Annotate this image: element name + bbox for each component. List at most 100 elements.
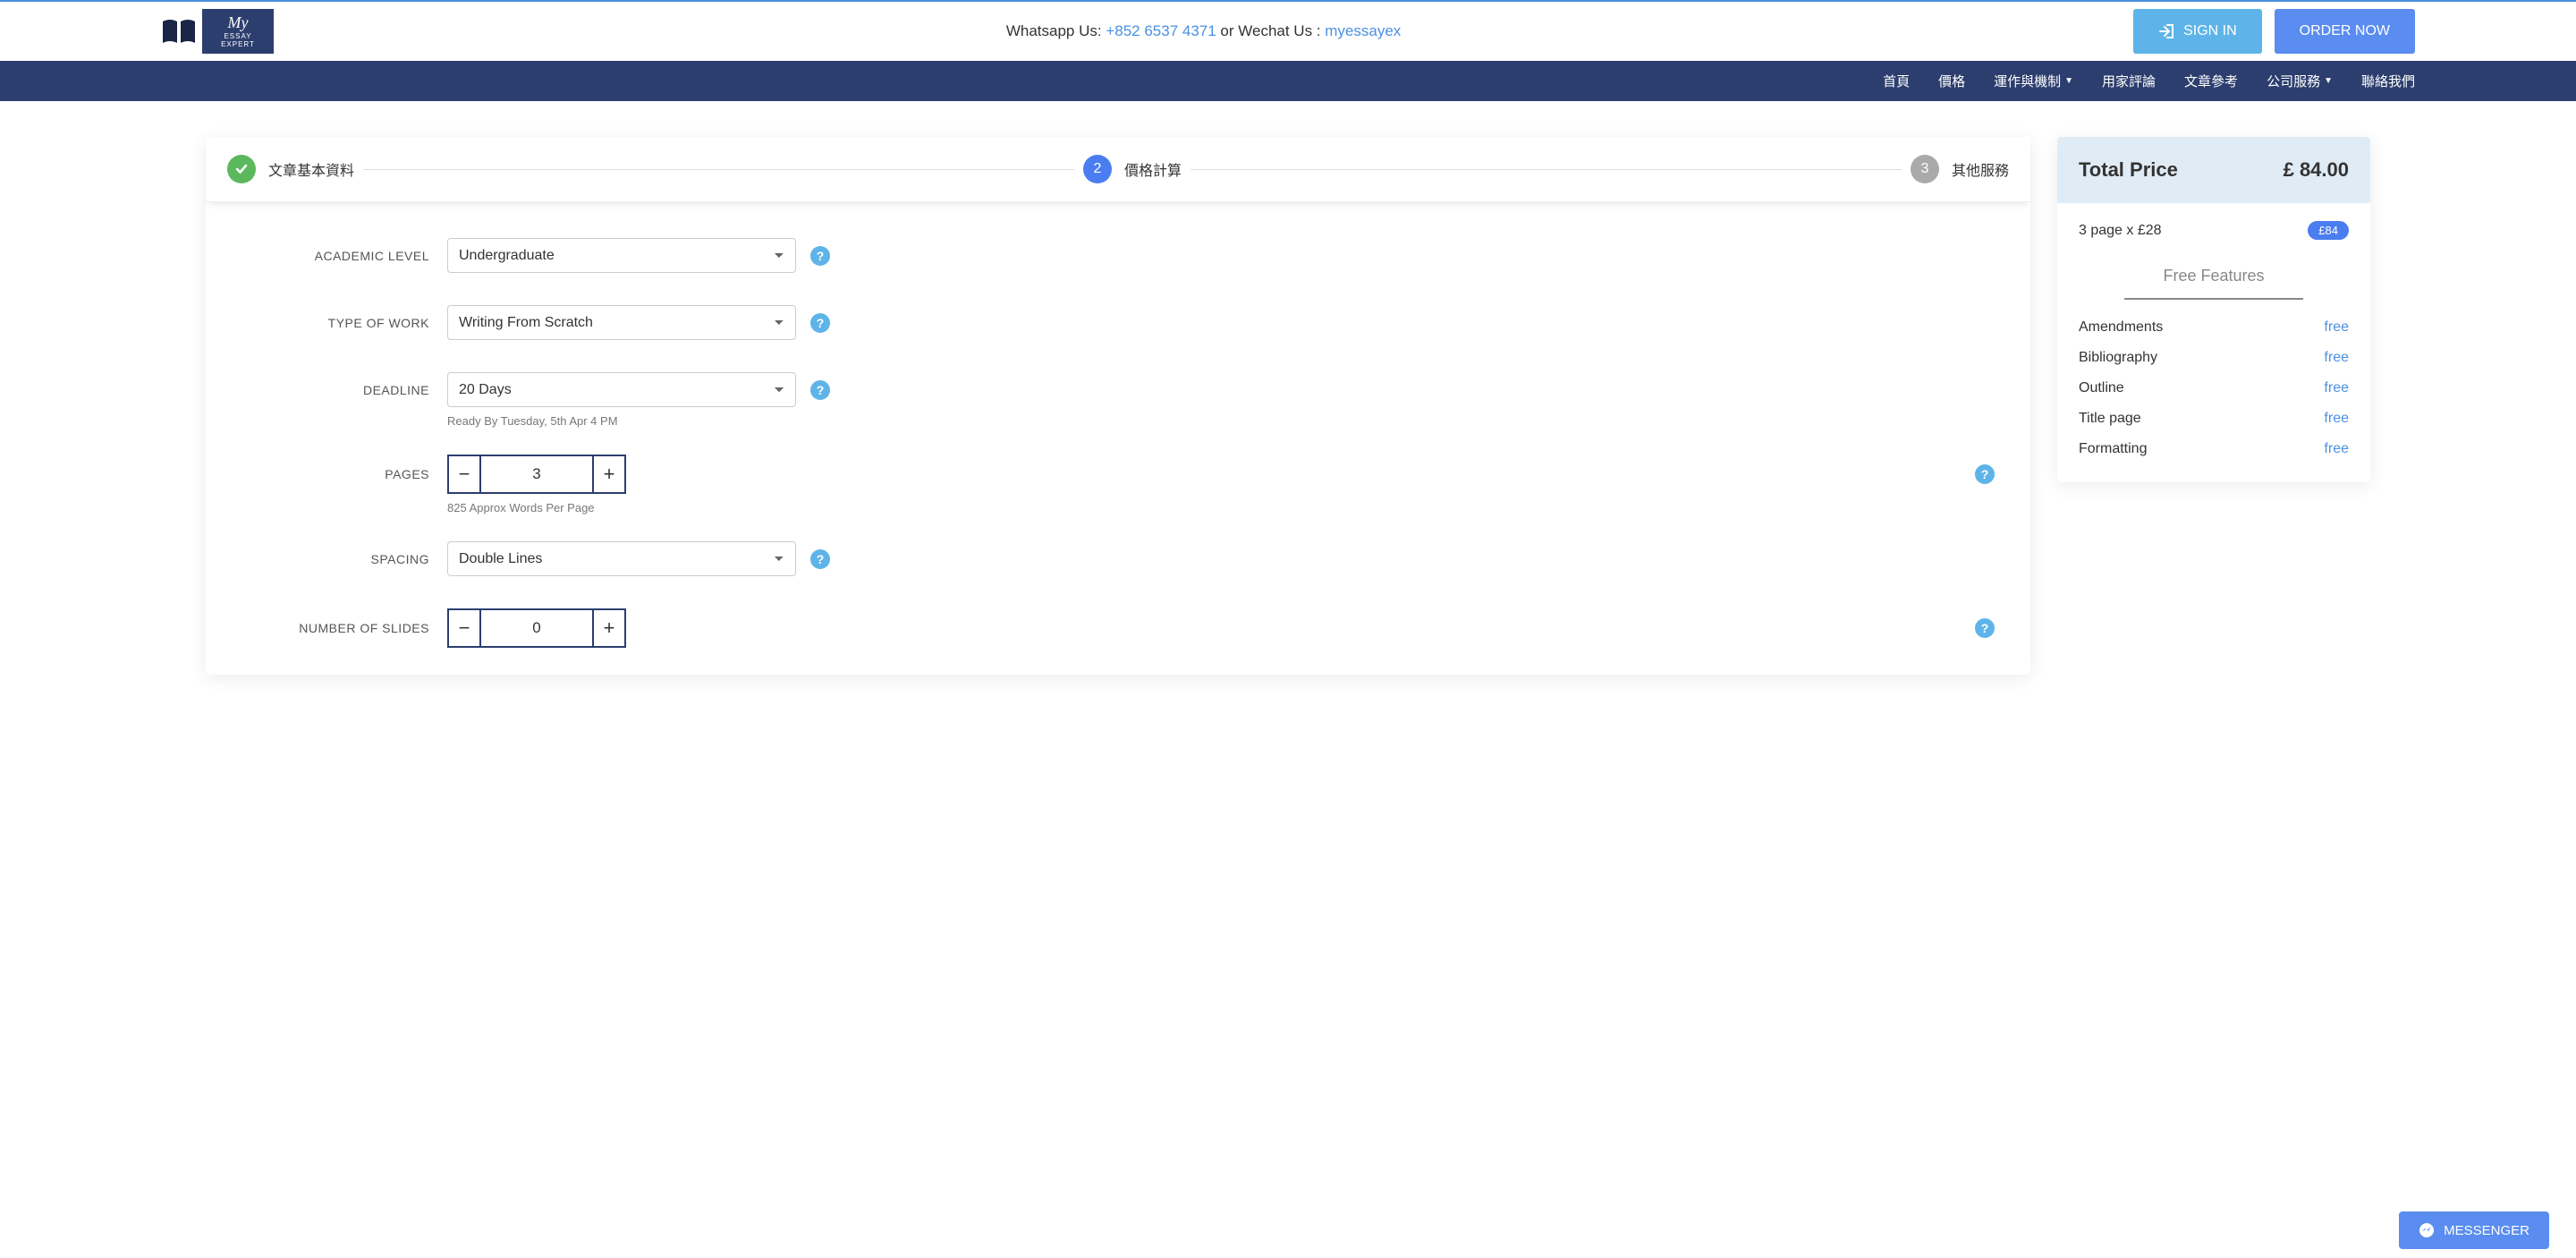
step-divider: [1191, 169, 1902, 170]
nav-samples[interactable]: 文章參考: [2184, 61, 2238, 101]
row-pages: PAGES − + ?: [242, 455, 1995, 494]
total-header: Total Price £ 84.00: [2057, 137, 2370, 203]
feature-amendments: Amendments free: [2057, 312, 2370, 343]
spacing-select[interactable]: Double Lines: [447, 541, 796, 576]
nav-services-label: 公司服務: [2267, 72, 2320, 90]
row-deadline: DEADLINE 20 Days ?: [242, 372, 1995, 407]
help-icon[interactable]: ?: [810, 380, 830, 400]
wechat-link[interactable]: myessayex: [1325, 22, 1401, 39]
spacing-label: SPACING: [242, 552, 429, 566]
messenger-button[interactable]: MESSENGER: [2399, 1211, 2549, 1249]
deadline-note: Ready By Tuesday, 5th Apr 4 PM: [447, 414, 1995, 428]
contact-prefix: Whatsapp Us:: [1006, 22, 1106, 39]
feature-name: Amendments: [2079, 319, 2163, 336]
logo-badge: My ESSAY EXPERT: [202, 9, 274, 54]
form-body: ACADEMIC LEVEL Undergraduate ? TYPE OF W…: [206, 202, 2030, 675]
logo[interactable]: My ESSAY EXPERT: [161, 9, 274, 54]
academic-label: ACADEMIC LEVEL: [242, 249, 429, 263]
step-divider: [363, 169, 1074, 170]
step-1-label: 文章基本資料: [268, 158, 354, 180]
step-2: 2 價格計算: [1083, 155, 1182, 183]
main: 文章基本資料 2 價格計算 3 其他服務 ACADEMIC LEVEL Unde…: [0, 101, 2576, 710]
signin-icon: [2158, 23, 2174, 39]
topbar-actions: SIGN IN ORDER NOW: [2133, 9, 2415, 54]
typework-select[interactable]: Writing From Scratch: [447, 305, 796, 340]
total-label: Total Price: [2079, 158, 2178, 182]
help-icon[interactable]: ?: [810, 313, 830, 333]
features-head: Free Features: [2057, 258, 2370, 298]
nav-contact[interactable]: 聯絡我們: [2361, 61, 2415, 101]
feature-titlepage: Title page free: [2057, 404, 2370, 434]
pages-stepper: − +: [447, 455, 626, 494]
steps: 文章基本資料 2 價格計算 3 其他服務: [206, 137, 2030, 202]
nav-how-label: 運作與機制: [1994, 72, 2061, 90]
feature-bibliography: Bibliography free: [2057, 343, 2370, 373]
logo-subtext: ESSAY EXPERT: [211, 32, 265, 48]
feature-value: free: [2324, 441, 2349, 457]
slides-input[interactable]: [481, 610, 592, 646]
feature-value: free: [2324, 411, 2349, 427]
pages-note: 825 Approx Words Per Page: [447, 501, 1995, 514]
signin-label: SIGN IN: [2183, 23, 2237, 39]
feature-value: free: [2324, 350, 2349, 366]
help-icon[interactable]: ?: [810, 549, 830, 569]
total-price: £ 84.00: [2284, 158, 2349, 182]
pages-label: PAGES: [242, 467, 429, 481]
check-icon: [227, 155, 256, 183]
step-2-circle: 2: [1083, 155, 1112, 183]
academic-select[interactable]: Undergraduate: [447, 238, 796, 273]
help-icon[interactable]: ?: [810, 246, 830, 266]
form-card: 文章基本資料 2 價格計算 3 其他服務 ACADEMIC LEVEL Unde…: [206, 137, 2030, 675]
row-spacing: SPACING Double Lines ?: [242, 541, 1995, 576]
caret-down-icon: ▼: [2064, 76, 2073, 86]
caret-down-icon: ▼: [2324, 76, 2333, 86]
step-1[interactable]: 文章基本資料: [227, 155, 354, 183]
nav-home[interactable]: 首頁: [1883, 61, 1910, 101]
messenger-label: MESSENGER: [2444, 1223, 2529, 1238]
step-3-circle: 3: [1911, 155, 1939, 183]
ordernow-button[interactable]: ORDER NOW: [2275, 9, 2415, 54]
help-icon[interactable]: ?: [1975, 618, 1995, 638]
features-divider: [2124, 298, 2303, 300]
slides-label: NUMBER OF SLIDES: [242, 621, 429, 635]
feature-value: free: [2324, 319, 2349, 336]
pages-minus-button[interactable]: −: [449, 456, 481, 492]
messenger-icon: [2419, 1222, 2435, 1238]
price-sidebar: Total Price £ 84.00 3 page x £28 £84 Fre…: [2057, 137, 2370, 482]
signin-button[interactable]: SIGN IN: [2133, 9, 2262, 54]
deadline-select[interactable]: 20 Days: [447, 372, 796, 407]
feature-outline: Outline free: [2057, 373, 2370, 404]
step-3[interactable]: 3 其他服務: [1911, 155, 2009, 183]
nav-price[interactable]: 價格: [1938, 61, 1965, 101]
feature-name: Formatting: [2079, 441, 2147, 457]
pages-plus-button[interactable]: +: [592, 456, 624, 492]
step-2-label: 價格計算: [1124, 158, 1182, 180]
book-icon: [161, 18, 197, 45]
row-typework: TYPE OF WORK Writing From Scratch ?: [242, 305, 1995, 340]
feature-name: Outline: [2079, 380, 2124, 396]
navbar: 首頁 價格 運作與機制▼ 用家評論 文章參考 公司服務▼ 聯絡我們: [0, 61, 2576, 101]
contact-mid: or Wechat Us :: [1216, 22, 1326, 39]
feature-value: free: [2324, 380, 2349, 396]
contact-text: Whatsapp Us: +852 6537 4371 or Wechat Us…: [1006, 22, 1401, 40]
feature-name: Title page: [2079, 411, 2141, 427]
help-icon[interactable]: ?: [1975, 464, 1995, 484]
phone-link[interactable]: +852 6537 4371: [1106, 22, 1216, 39]
price-line: 3 page x £28 £84: [2057, 203, 2370, 258]
feature-formatting: Formatting free: [2057, 434, 2370, 464]
pages-input[interactable]: [481, 456, 592, 492]
slides-plus-button[interactable]: +: [592, 610, 624, 646]
slides-stepper: − +: [447, 608, 626, 648]
deadline-label: DEADLINE: [242, 383, 429, 397]
slides-minus-button[interactable]: −: [449, 610, 481, 646]
row-academic: ACADEMIC LEVEL Undergraduate ?: [242, 238, 1995, 273]
topbar: My ESSAY EXPERT Whatsapp Us: +852 6537 4…: [0, 0, 2576, 61]
nav-reviews[interactable]: 用家評論: [2102, 61, 2156, 101]
nav-how[interactable]: 運作與機制▼: [1994, 61, 2073, 101]
feature-name: Bibliography: [2079, 350, 2157, 366]
topbar-left: My ESSAY EXPERT: [161, 9, 274, 54]
price-pill: £84: [2308, 221, 2349, 240]
typework-label: TYPE OF WORK: [242, 316, 429, 330]
price-desc: 3 page x £28: [2079, 223, 2162, 239]
nav-services[interactable]: 公司服務 ▼: [2267, 61, 2333, 101]
